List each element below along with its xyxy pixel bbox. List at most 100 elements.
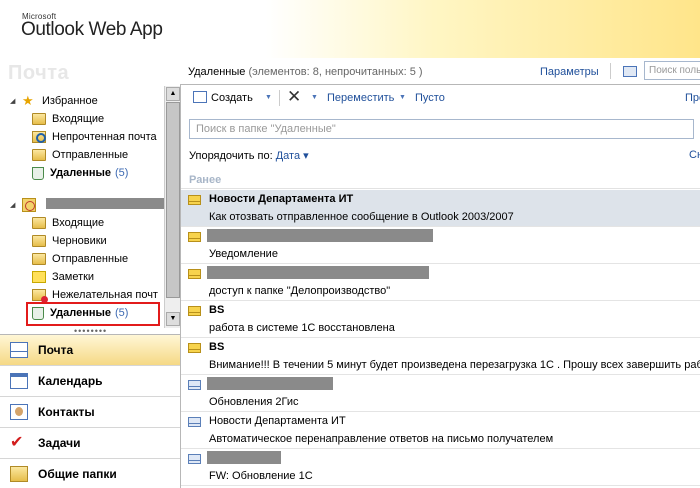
divider <box>279 90 280 106</box>
nav-tasks[interactable]: ✔ Задачи <box>0 428 180 459</box>
sort-by-dropdown[interactable]: Дата ▾ <box>276 150 309 162</box>
toolbar: Создать ▼ ✕ ▼ Переместить ▼ Пусто Пре <box>181 85 700 111</box>
message-subject: Уведомление <box>209 248 278 260</box>
mail-icon <box>10 342 28 358</box>
selection-highlight <box>26 302 160 326</box>
move-button[interactable]: Переместить <box>327 92 394 104</box>
folder-icon <box>32 113 46 125</box>
delete-icon[interactable]: ✕ <box>287 87 301 107</box>
collapse-arrow-icon[interactable]: ◢ <box>10 201 20 209</box>
nav-label: Общие папки <box>38 467 117 481</box>
mbx-item-drafts[interactable]: Черновики <box>32 232 107 250</box>
message-subject: FW: Обновление 1С <box>209 470 313 482</box>
empty-folder-button[interactable]: Пусто <box>415 92 445 104</box>
message-row[interactable]: Обновления 2Гис <box>181 375 700 412</box>
notes-icon <box>32 271 46 283</box>
mbx-item-sent[interactable]: Отправленные <box>32 250 128 268</box>
list-area: Создать ▼ ✕ ▼ Переместить ▼ Пусто Пре По… <box>180 84 700 488</box>
folder-label: Нежелательная почт <box>52 289 158 301</box>
new-message-icon[interactable] <box>193 91 207 103</box>
sort-bar: Упорядочить по: Дата ▾ <box>189 149 309 162</box>
fav-item-inbox[interactable]: Входящие <box>32 110 104 128</box>
module-title: Почта <box>8 62 70 84</box>
message-subject: Внимание!!! В течении 5 минут будет прои… <box>209 359 700 371</box>
folder-label: Входящие <box>52 113 105 125</box>
create-button[interactable]: Создать <box>211 92 253 104</box>
folder-icon <box>32 235 46 247</box>
folder-tree-scrollbar[interactable]: ▲ ▼ <box>164 86 180 328</box>
folder-label: Непрочтенная почта <box>52 131 157 143</box>
fav-item-deleted[interactable]: Удаленные (5) <box>32 164 128 182</box>
options-link[interactable]: Параметры <box>540 66 599 78</box>
read-envelope-icon <box>188 380 201 390</box>
folder-label: Отправленные <box>52 253 129 265</box>
folder-label: Черновики <box>52 235 107 247</box>
mbx-item-notes[interactable]: Заметки <box>32 268 94 286</box>
scroll-thumb[interactable] <box>166 102 180 298</box>
unread-envelope-icon <box>188 306 201 316</box>
unread-count: (5) <box>115 167 129 179</box>
nav-public-folders[interactable]: Общие папки <box>0 459 180 488</box>
folder-title: Удаленные (элементов: 8, непрочитанных: … <box>188 66 423 78</box>
favorites-node[interactable]: ◢ ★ Избранное <box>10 92 98 110</box>
read-envelope-icon <box>188 417 201 427</box>
fav-item-sent[interactable]: Отправленные <box>32 146 128 164</box>
message-row[interactable]: BS Внимание!!! В течении 5 минут будет п… <box>181 338 700 375</box>
folder-search-input[interactable]: Поиск в папке "Удаленные" <box>189 119 694 139</box>
sort-order-link[interactable]: Сн <box>689 149 700 161</box>
nav-label: Задачи <box>38 436 81 450</box>
calendar-icon <box>10 373 28 389</box>
unread-envelope-icon <box>188 195 201 205</box>
people-search-input[interactable]: Поиск поль <box>644 61 700 80</box>
message-row[interactable]: доступ к папке "Делопроизводство" <box>181 264 700 301</box>
collapse-arrow-icon[interactable]: ◢ <box>10 97 20 105</box>
fav-item-unread[interactable]: Непрочтенная почта <box>32 128 157 146</box>
redacted-sender <box>207 377 333 390</box>
mailbox-node[interactable]: ◢ <box>10 196 42 214</box>
nav-label: Почта <box>38 343 74 357</box>
junk-folder-icon <box>32 289 48 303</box>
message-row[interactable]: BS работа в системе 1С восстановлена <box>181 301 700 338</box>
address-book-icon[interactable] <box>623 66 637 77</box>
message-row[interactable]: Новости Департамента ИТ Автоматическое п… <box>181 412 700 449</box>
message-subject: работа в системе 1С восстановлена <box>209 322 395 334</box>
nav-calendar[interactable]: Календарь <box>0 366 180 397</box>
message-sender: Новости Департамента ИТ <box>209 193 354 205</box>
message-list-pane: Удаленные (элементов: 8, непрочитанных: … <box>180 58 700 488</box>
nav-mail[interactable]: Почта <box>0 335 180 366</box>
folder-stats: (элементов: 8, непрочитанных: 5 ) <box>248 66 423 78</box>
unread-envelope-icon <box>188 343 201 353</box>
message-row[interactable]: Уведомление <box>181 227 700 264</box>
navigation-pane: Почта Календарь Контакты ✔ Задачи Общие … <box>0 334 180 488</box>
tasks-icon: ✔ <box>10 434 24 451</box>
nav-contacts[interactable]: Контакты <box>0 397 180 428</box>
more-button[interactable]: Пре <box>685 92 700 104</box>
unread-envelope-icon <box>188 269 201 279</box>
message-subject: Автоматическое перенаправление ответов н… <box>209 433 554 445</box>
redacted-sender <box>207 266 429 279</box>
star-icon: ★ <box>22 93 34 108</box>
delete-dropdown-icon[interactable]: ▼ <box>311 94 318 101</box>
scroll-up-icon[interactable]: ▲ <box>166 87 180 101</box>
mbx-item-inbox[interactable]: Входящие <box>32 214 104 232</box>
move-dropdown-icon[interactable]: ▼ <box>399 94 406 101</box>
folder-name: Удаленные <box>188 66 246 78</box>
favorites-label: Избранное <box>42 95 98 107</box>
message-sender: BS <box>209 304 225 316</box>
redacted-sender <box>207 451 281 464</box>
message-subject: Как отозвать отправленное сообщение в Ou… <box>209 211 514 223</box>
trash-icon <box>32 166 44 180</box>
folder-label: Заметки <box>52 271 95 283</box>
message-row[interactable]: FW: Обновление 1С <box>181 449 700 486</box>
message-row[interactable]: Новости Департамента ИТ Как отозвать отп… <box>181 190 700 227</box>
message-sender: Новости Департамента ИТ <box>209 415 346 427</box>
folder-label: Входящие <box>52 217 105 229</box>
sort-label: Упорядочить по: <box>189 150 273 162</box>
unread-envelope-icon <box>188 232 201 242</box>
folder-icon <box>32 253 46 265</box>
folder-icon <box>32 217 46 229</box>
folder-label: Удаленные <box>50 167 112 179</box>
scroll-down-icon[interactable]: ▼ <box>166 312 180 326</box>
sort-value[interactable]: Дата <box>276 150 300 162</box>
create-dropdown-icon[interactable]: ▼ <box>265 94 272 101</box>
